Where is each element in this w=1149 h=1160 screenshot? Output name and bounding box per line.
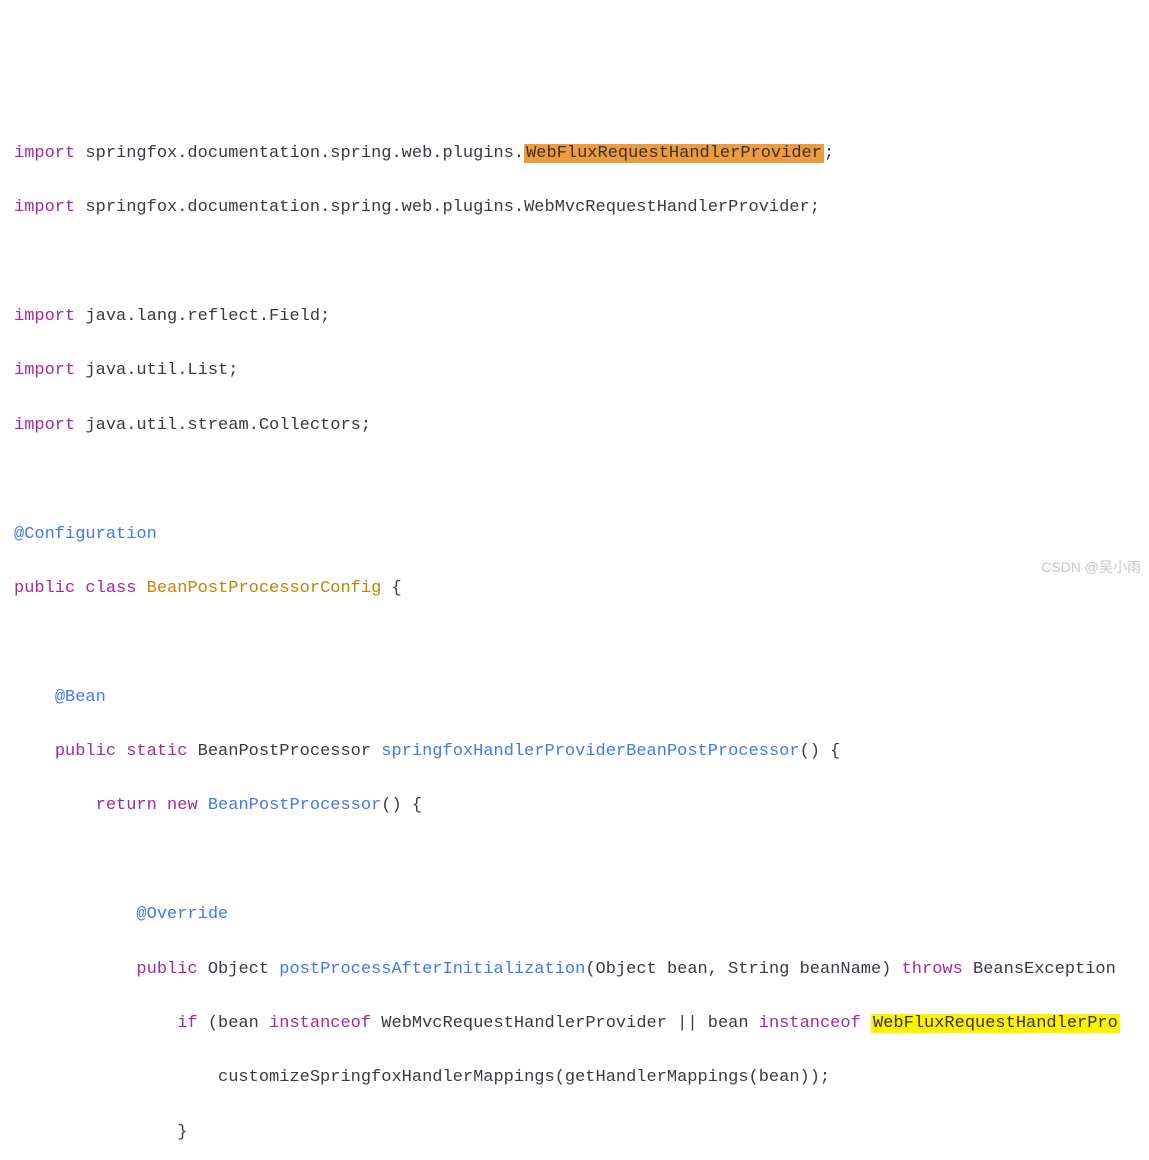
method-name: springfoxHandlerProviderBeanPostProcesso… xyxy=(381,742,799,761)
code-text: (bean xyxy=(198,1014,269,1033)
keyword-throws: throws xyxy=(902,960,963,979)
keyword-static: static xyxy=(126,742,187,761)
code-text xyxy=(157,796,167,815)
code-line-4: import java.lang.reflect.Field; xyxy=(14,303,1135,330)
highlighted-class-yellow: WebFluxRequestHandlerPro xyxy=(871,1014,1120,1033)
code-line-blank xyxy=(14,629,1135,656)
keyword-new: new xyxy=(167,796,198,815)
keyword-import: import xyxy=(14,198,75,217)
code-text xyxy=(14,688,55,707)
code-text xyxy=(75,579,85,598)
code-line-8: @Configuration xyxy=(14,521,1135,548)
code-line-17: if (bean instanceof WebMvcRequestHandler… xyxy=(14,1010,1135,1037)
code-text xyxy=(14,1014,177,1033)
code-text xyxy=(14,905,136,924)
code-text: java.lang.reflect.Field; xyxy=(75,307,330,326)
code-line-blank xyxy=(14,466,1135,493)
code-block: import springfox.documentation.spring.we… xyxy=(14,113,1135,1160)
code-line-1: import springfox.documentation.spring.we… xyxy=(14,140,1135,167)
keyword-instanceof: instanceof xyxy=(269,1014,371,1033)
code-line-blank xyxy=(14,847,1135,874)
keyword-instanceof: instanceof xyxy=(759,1014,861,1033)
code-line-15: @Override xyxy=(14,901,1135,928)
code-text: springfox.documentation.spring.web.plugi… xyxy=(75,144,524,163)
code-text: Object xyxy=(198,960,280,979)
code-line-blank xyxy=(14,249,1135,276)
code-text: () { xyxy=(381,796,422,815)
class-name: BeanPostProcessor xyxy=(208,796,381,815)
code-text xyxy=(136,579,146,598)
code-line-16: public Object postProcessAfterInitializa… xyxy=(14,956,1135,983)
keyword-public: public xyxy=(55,742,116,761)
watermark-text: CSDN @吴小雨 xyxy=(1041,556,1141,578)
code-line-9: public class BeanPostProcessorConfig { xyxy=(14,575,1135,602)
annotation: @Override xyxy=(136,905,228,924)
code-text: WebMvcRequestHandlerProvider || bean xyxy=(371,1014,759,1033)
code-text: BeansException xyxy=(963,960,1116,979)
code-text: ; xyxy=(824,144,834,163)
method-name: postProcessAfterInitialization xyxy=(279,960,585,979)
code-line-12: public static BeanPostProcessor springfo… xyxy=(14,738,1135,765)
code-text xyxy=(14,742,55,761)
code-text xyxy=(14,796,96,815)
code-text: java.util.stream.Collectors; xyxy=(75,416,371,435)
code-text xyxy=(116,742,126,761)
annotation: @Bean xyxy=(55,688,106,707)
code-line-13: return new BeanPostProcessor() { xyxy=(14,792,1135,819)
keyword-class: class xyxy=(85,579,136,598)
keyword-import: import xyxy=(14,144,75,163)
highlighted-class-orange: WebFluxRequestHandlerProvider xyxy=(524,144,824,163)
code-line-11: @Bean xyxy=(14,684,1135,711)
keyword-public: public xyxy=(14,579,75,598)
code-text: { xyxy=(381,579,401,598)
keyword-import: import xyxy=(14,416,75,435)
code-text xyxy=(198,796,208,815)
code-text: springfox.documentation.spring.web.plugi… xyxy=(75,198,820,217)
code-text: } xyxy=(14,1123,187,1142)
keyword-import: import xyxy=(14,361,75,380)
code-text: java.util.List; xyxy=(75,361,238,380)
keyword-if: if xyxy=(177,1014,197,1033)
code-line-5: import java.util.List; xyxy=(14,357,1135,384)
code-line-6: import java.util.stream.Collectors; xyxy=(14,412,1135,439)
code-text: (Object bean, String beanName) xyxy=(585,960,901,979)
code-text xyxy=(14,960,136,979)
code-text: () { xyxy=(800,742,841,761)
code-line-2: import springfox.documentation.spring.we… xyxy=(14,194,1135,221)
code-text xyxy=(861,1014,871,1033)
annotation: @Configuration xyxy=(14,525,157,544)
keyword-return: return xyxy=(96,796,157,815)
code-text: BeanPostProcessor xyxy=(187,742,381,761)
keyword-import: import xyxy=(14,307,75,326)
keyword-public: public xyxy=(136,960,197,979)
code-line-18: customizeSpringfoxHandlerMappings(getHan… xyxy=(14,1064,1135,1091)
code-line-19: } xyxy=(14,1119,1135,1146)
class-name: BeanPostProcessorConfig xyxy=(147,579,382,598)
code-text: customizeSpringfoxHandlerMappings(getHan… xyxy=(14,1068,830,1087)
